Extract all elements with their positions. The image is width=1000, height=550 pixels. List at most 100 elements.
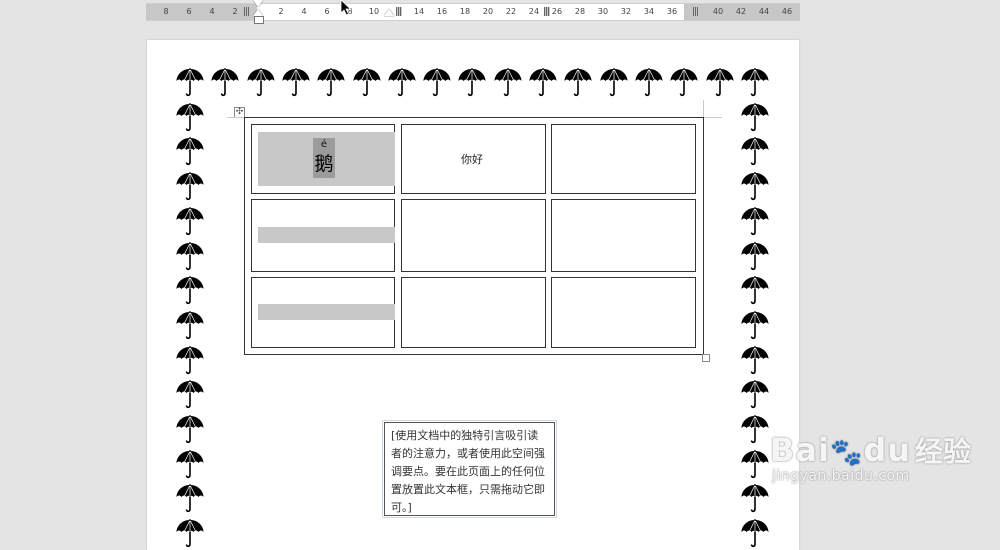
umbrella-icon: [741, 311, 769, 341]
ruler-number: 46: [781, 7, 793, 16]
umbrella-icon: [176, 346, 204, 376]
first-line-indent-marker[interactable]: [253, 0, 263, 7]
pinyin-annotation: é: [320, 139, 328, 150]
umbrella-icon: [247, 68, 275, 98]
ruler-number: 36: [666, 7, 678, 16]
umbrella-icon: [176, 415, 204, 445]
ruler-number: 18: [459, 7, 471, 16]
ruler-number: 42: [735, 7, 747, 16]
ruler-column-marker[interactable]: [544, 7, 550, 16]
base-character: 鹅: [314, 153, 334, 175]
umbrella-icon: [176, 207, 204, 237]
umbrella-icon: [176, 137, 204, 167]
umbrella-icon: [741, 519, 769, 549]
ruler-column-marker[interactable]: [244, 7, 250, 16]
ruler-number: 16: [436, 7, 448, 16]
umbrella-icon: [741, 207, 769, 237]
ruler-number: 40: [712, 7, 724, 16]
umbrella-icon: [176, 380, 204, 410]
ruler-column-marker[interactable]: [396, 7, 402, 16]
table-resize-handle[interactable]: [702, 354, 710, 362]
umbrella-icon: [282, 68, 310, 98]
umbrella-icon: [176, 276, 204, 306]
umbrella-icon: [741, 68, 769, 98]
umbrella-icon: [176, 484, 204, 514]
umbrella-icon: [176, 103, 204, 133]
umbrella-icon: [741, 242, 769, 272]
crop-mark: [704, 117, 722, 118]
umbrella-icon: [388, 68, 416, 98]
ruler-number: 20: [482, 7, 494, 16]
umbrella-icon: [635, 68, 663, 98]
umbrella-icon: [741, 276, 769, 306]
umbrella-icon: [494, 68, 522, 98]
ruler-number: 6: [186, 7, 192, 16]
umbrella-icon: [423, 68, 451, 98]
umbrella-icon: [741, 346, 769, 376]
ruler-number: 14: [413, 7, 425, 16]
quote-text: [使用文档中的独特引言吸引读者的注意力，或者使用此空间强调要点。要在此页面上的任…: [391, 429, 545, 514]
quote-text-box[interactable]: [使用文档中的独特引言吸引读者的注意力，或者使用此空间强调要点。要在此页面上的任…: [382, 420, 557, 518]
ruler-number: 24: [528, 7, 540, 16]
ruler-number: 44: [758, 7, 770, 16]
umbrella-icon: [176, 450, 204, 480]
umbrella-icon: [741, 484, 769, 514]
umbrella-icon: [741, 137, 769, 167]
umbrella-icon: [176, 68, 204, 98]
umbrella-icon: [600, 68, 628, 98]
umbrella-icon: [706, 68, 734, 98]
umbrella-icon: [564, 68, 592, 98]
phonetic-guide-text[interactable]: é 鹅: [313, 138, 335, 178]
mouse-pointer-icon: [340, 0, 352, 16]
ruler-number: 28: [574, 7, 586, 16]
table-cell[interactable]: [551, 124, 696, 194]
table-cell[interactable]: [401, 277, 546, 348]
ruler-number: 30: [597, 7, 609, 16]
umbrella-icon: [176, 172, 204, 202]
cell-highlight: [258, 304, 395, 320]
cell-highlight: [258, 227, 395, 243]
umbrella-icon: [353, 68, 381, 98]
partial-body-text: ... ... ...: [247, 532, 286, 545]
ruler-number: 2: [232, 7, 238, 16]
umbrella-icon: [741, 415, 769, 445]
cell-text: 你好: [461, 153, 483, 166]
umbrella-icon: [741, 450, 769, 480]
umbrella-icon: [529, 68, 557, 98]
umbrella-icon: [741, 103, 769, 133]
ruler-number: 2: [278, 7, 284, 16]
table-cell[interactable]: [401, 199, 546, 272]
ruler-number: 4: [301, 7, 307, 16]
table-cell[interactable]: [551, 277, 696, 348]
ruler-number: 22: [505, 7, 517, 16]
hanging-indent-marker[interactable]: [253, 9, 263, 16]
left-indent-marker[interactable]: [254, 16, 264, 24]
table-cell[interactable]: [551, 199, 696, 272]
document-page[interactable]: ✣ é 鹅 你好 [使用文档中的独特引言吸引读者的注意力，或者使用此空间强调要点…: [147, 40, 799, 550]
ruler-number: 6: [324, 7, 330, 16]
horizontal-ruler[interactable]: 8 6 4 2 2 4 6 8 10 14 16 18 20 22 24 26 …: [146, 3, 800, 21]
watermark-logo: Bai🐾du: [770, 431, 912, 469]
ruler-number: 4: [209, 7, 215, 16]
ruler-number: 32: [620, 7, 632, 16]
right-indent-marker[interactable]: [384, 9, 394, 16]
crop-mark: [227, 117, 244, 118]
umbrella-icon: [317, 68, 345, 98]
watermark-url: jingyan.baidu.com: [772, 468, 910, 484]
ruler-number: 26: [551, 7, 563, 16]
ruler-number: 8: [163, 7, 169, 16]
umbrella-icon: [176, 519, 204, 549]
ruler-number: 34: [643, 7, 655, 16]
umbrella-icon: [741, 380, 769, 410]
ruler-number: 10: [368, 7, 380, 16]
umbrella-icon: [741, 172, 769, 202]
baidu-jingyan-watermark: Bai🐾du 经验 jingyan.baidu.com: [770, 430, 971, 484]
umbrella-icon: [458, 68, 486, 98]
crop-mark: [703, 100, 704, 117]
ruler-column-marker[interactable]: [693, 7, 699, 16]
umbrella-icon: [211, 68, 239, 98]
umbrella-icon: [670, 68, 698, 98]
umbrella-icon: [176, 242, 204, 272]
umbrella-icon: [176, 311, 204, 341]
watermark-brand: 经验: [915, 435, 972, 468]
